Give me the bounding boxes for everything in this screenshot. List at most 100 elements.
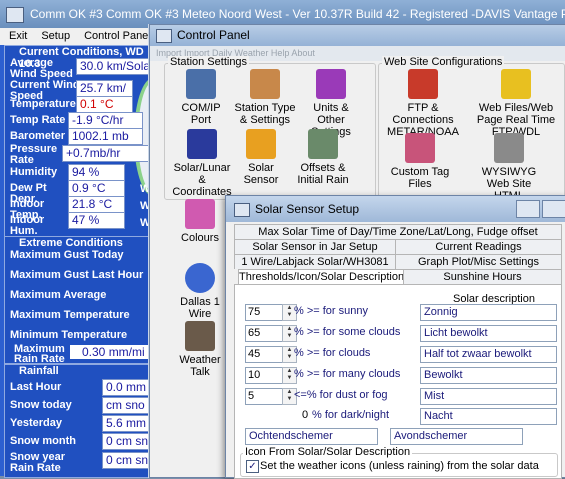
- units-settings-button[interactable]: Units & Other Settings: [298, 69, 364, 138]
- colours-button[interactable]: Colours: [172, 199, 228, 244]
- solar-sensor-button[interactable]: Solar Sensor: [238, 129, 284, 186]
- current-row: Humidity 94 %: [6, 164, 154, 181]
- maximize-button[interactable]: [542, 200, 565, 218]
- station-cube-icon: [250, 69, 280, 99]
- rain-cloud-icon: [308, 129, 338, 159]
- wysiwyg-button[interactable]: WYSIWYG Web Site HTML: [472, 133, 546, 202]
- current-row: Pressure Rate +0.7mb/hr: [6, 144, 154, 166]
- threshold-condition: % for dark/night: [312, 409, 390, 421]
- row-value: 1002.1 mb: [68, 128, 143, 145]
- rain-row: Yesterday 5.6 mm: [6, 415, 154, 432]
- rain-row: Last Hour 0.0 mm: [6, 379, 154, 396]
- row-label: Yesterday: [10, 417, 62, 429]
- threshold-description[interactable]: Nacht: [420, 408, 557, 425]
- tab-max-solar[interactable]: Max Solar Time of Day/Time Zone/Lat/Long…: [234, 224, 562, 239]
- control-panel-title-bar: Control Panel: [150, 25, 565, 46]
- row-label: Humidity: [10, 166, 58, 178]
- web-files-button[interactable]: Web Files/Web Page Real Time FTP/WDL: [468, 69, 564, 138]
- set-icons-checkbox[interactable]: ✓: [246, 460, 259, 473]
- row-value: 0 cm sn: [102, 452, 153, 469]
- icon-label: Weather Talk: [179, 354, 221, 378]
- dusk-description-field[interactable]: Avondschemer: [390, 428, 523, 445]
- row-value: 0.9 °C: [68, 180, 125, 197]
- solar-lunar-button[interactable]: Solar/Lunar & Coordinates: [170, 129, 234, 198]
- custom-tag-files-button[interactable]: Custom Tag Files: [390, 133, 450, 190]
- threshold-input[interactable]: 10: [245, 367, 283, 384]
- dawn-description-field[interactable]: Ochtendschemer: [245, 428, 378, 445]
- current-row: Indoor Hum. 47 %: [6, 212, 154, 237]
- info-icon: [185, 263, 215, 293]
- threshold-condition: % >= for sunny: [294, 305, 368, 317]
- station-type-button[interactable]: Station Type & Settings: [232, 69, 298, 126]
- threshold-condition: <=% for dust or fog: [294, 389, 388, 401]
- row-label: Pressure Rate: [10, 143, 58, 166]
- threshold-description[interactable]: Half tot zwaar bewolkt: [420, 346, 557, 363]
- menu-exit[interactable]: Exit: [0, 28, 32, 42]
- row-label: Snow year Rain Rate: [10, 451, 66, 474]
- extreme-row-label: Maximum Rain Rate: [14, 343, 65, 365]
- threshold-input[interactable]: 5: [245, 388, 283, 405]
- row-value: cm sno: [102, 397, 153, 414]
- sun-icon: [246, 129, 276, 159]
- tab-sunshine-hours[interactable]: Sunshine Hours: [403, 269, 562, 284]
- moon-icon: [187, 129, 217, 159]
- rainfall-title: Rainfall: [19, 365, 59, 377]
- row-value: 47 %: [68, 212, 125, 229]
- threshold-input[interactable]: 45: [245, 346, 283, 363]
- tab-graph-plot[interactable]: Graph Plot/Misc Settings: [395, 254, 562, 269]
- solar-dialog-title: Solar Sensor Setup: [255, 202, 360, 216]
- icon-label: Station Type & Settings: [234, 102, 296, 126]
- threshold-description[interactable]: Licht bewolkt: [420, 325, 557, 342]
- extreme-row-label: Maximum Temperature: [10, 309, 130, 321]
- threshold-input[interactable]: 65: [245, 325, 283, 342]
- rain-row: Snow today cm sno: [6, 397, 154, 414]
- row-label: Temp Rate: [10, 114, 66, 126]
- offsets-rain-button[interactable]: Offsets & Initial Rain: [290, 129, 356, 186]
- threshold-row: 5 ▲ ▼ <=% for dust or fog Mist: [226, 388, 565, 408]
- com-ip-port-button[interactable]: COM/IP Port: [170, 69, 232, 126]
- threshold-row: 10 ▲ ▼% >= for many clouds Bewolkt: [226, 367, 565, 387]
- weather-talk-button[interactable]: Weather Talk: [172, 321, 228, 378]
- dallas-1wire-button[interactable]: Dallas 1 Wire: [172, 263, 228, 320]
- extreme-row-label: Maximum Gust Last Hour: [10, 269, 144, 281]
- threshold-description[interactable]: Bewolkt: [420, 367, 557, 384]
- speaker-icon: [185, 321, 215, 351]
- threshold-row: 75 ▲ ▼% >= for sunny Zonnig: [226, 304, 565, 324]
- threshold-condition: % >= for some clouds: [294, 326, 401, 338]
- threshold-condition: % >= for clouds: [294, 347, 371, 359]
- ftp-connections-button[interactable]: FTP & Connections METAR/NOAA: [382, 69, 464, 138]
- solar-dialog-title-bar: Solar Sensor Setup: [226, 196, 565, 222]
- app-icon: [6, 6, 24, 23]
- threshold-row: 0% for dark/night Nacht: [226, 408, 565, 428]
- menu-setup[interactable]: Setup: [32, 28, 75, 42]
- tab-current-readings[interactable]: Current Readings: [395, 239, 562, 254]
- menu-control-panel[interactable]: Control Panel: [75, 28, 156, 42]
- extreme-conditions-title: Extreme Conditions: [19, 237, 123, 249]
- colour-crayons-icon: [185, 199, 215, 229]
- tab-solar-jar[interactable]: Solar Sensor in Jar Setup: [234, 239, 396, 254]
- dark-threshold-value: 0: [302, 409, 309, 421]
- main-title-text: Comm OK #3 Comm OK #3 Meteo Noord West -…: [30, 7, 565, 21]
- threshold-description[interactable]: Zonnig: [420, 304, 557, 321]
- current-row: Average Wind Speed 30.0 km/Solar: [6, 58, 161, 80]
- threshold-description[interactable]: Mist: [420, 388, 557, 405]
- tab-thresholds[interactable]: Thresholds/Icon/Solar Description: [238, 269, 404, 284]
- station-settings-label: Station Settings: [168, 56, 250, 68]
- row-label: Indoor Hum.: [10, 214, 45, 237]
- solar-sensor-dialog: Solar Sensor Setup Max Solar Time of Day…: [225, 195, 565, 479]
- threshold-condition: % >= for many clouds: [294, 368, 401, 380]
- threshold-row: 65 ▲ ▼% >= for some clouds Licht bewolkt: [226, 325, 565, 345]
- web-files-icon: [501, 69, 531, 99]
- icon-label: Custom Tag Files: [390, 166, 450, 190]
- tag-files-icon: [405, 133, 435, 163]
- threshold-input[interactable]: 75: [245, 304, 283, 321]
- icon-label: COM/IP Port: [181, 102, 221, 126]
- com-port-icon: [186, 69, 216, 99]
- tab-1wire-labjack[interactable]: 1 Wire/Labjack Solar/WH3081: [234, 254, 396, 269]
- minimize-button[interactable]: [516, 200, 540, 218]
- extreme-row-label: Minimum Temperature: [10, 329, 128, 341]
- row-label: Barometer: [10, 130, 66, 142]
- rain-row: Snow month 0 cm sn: [6, 433, 154, 450]
- app-icon: [156, 28, 172, 43]
- row-value: 21.8 °C: [68, 196, 125, 213]
